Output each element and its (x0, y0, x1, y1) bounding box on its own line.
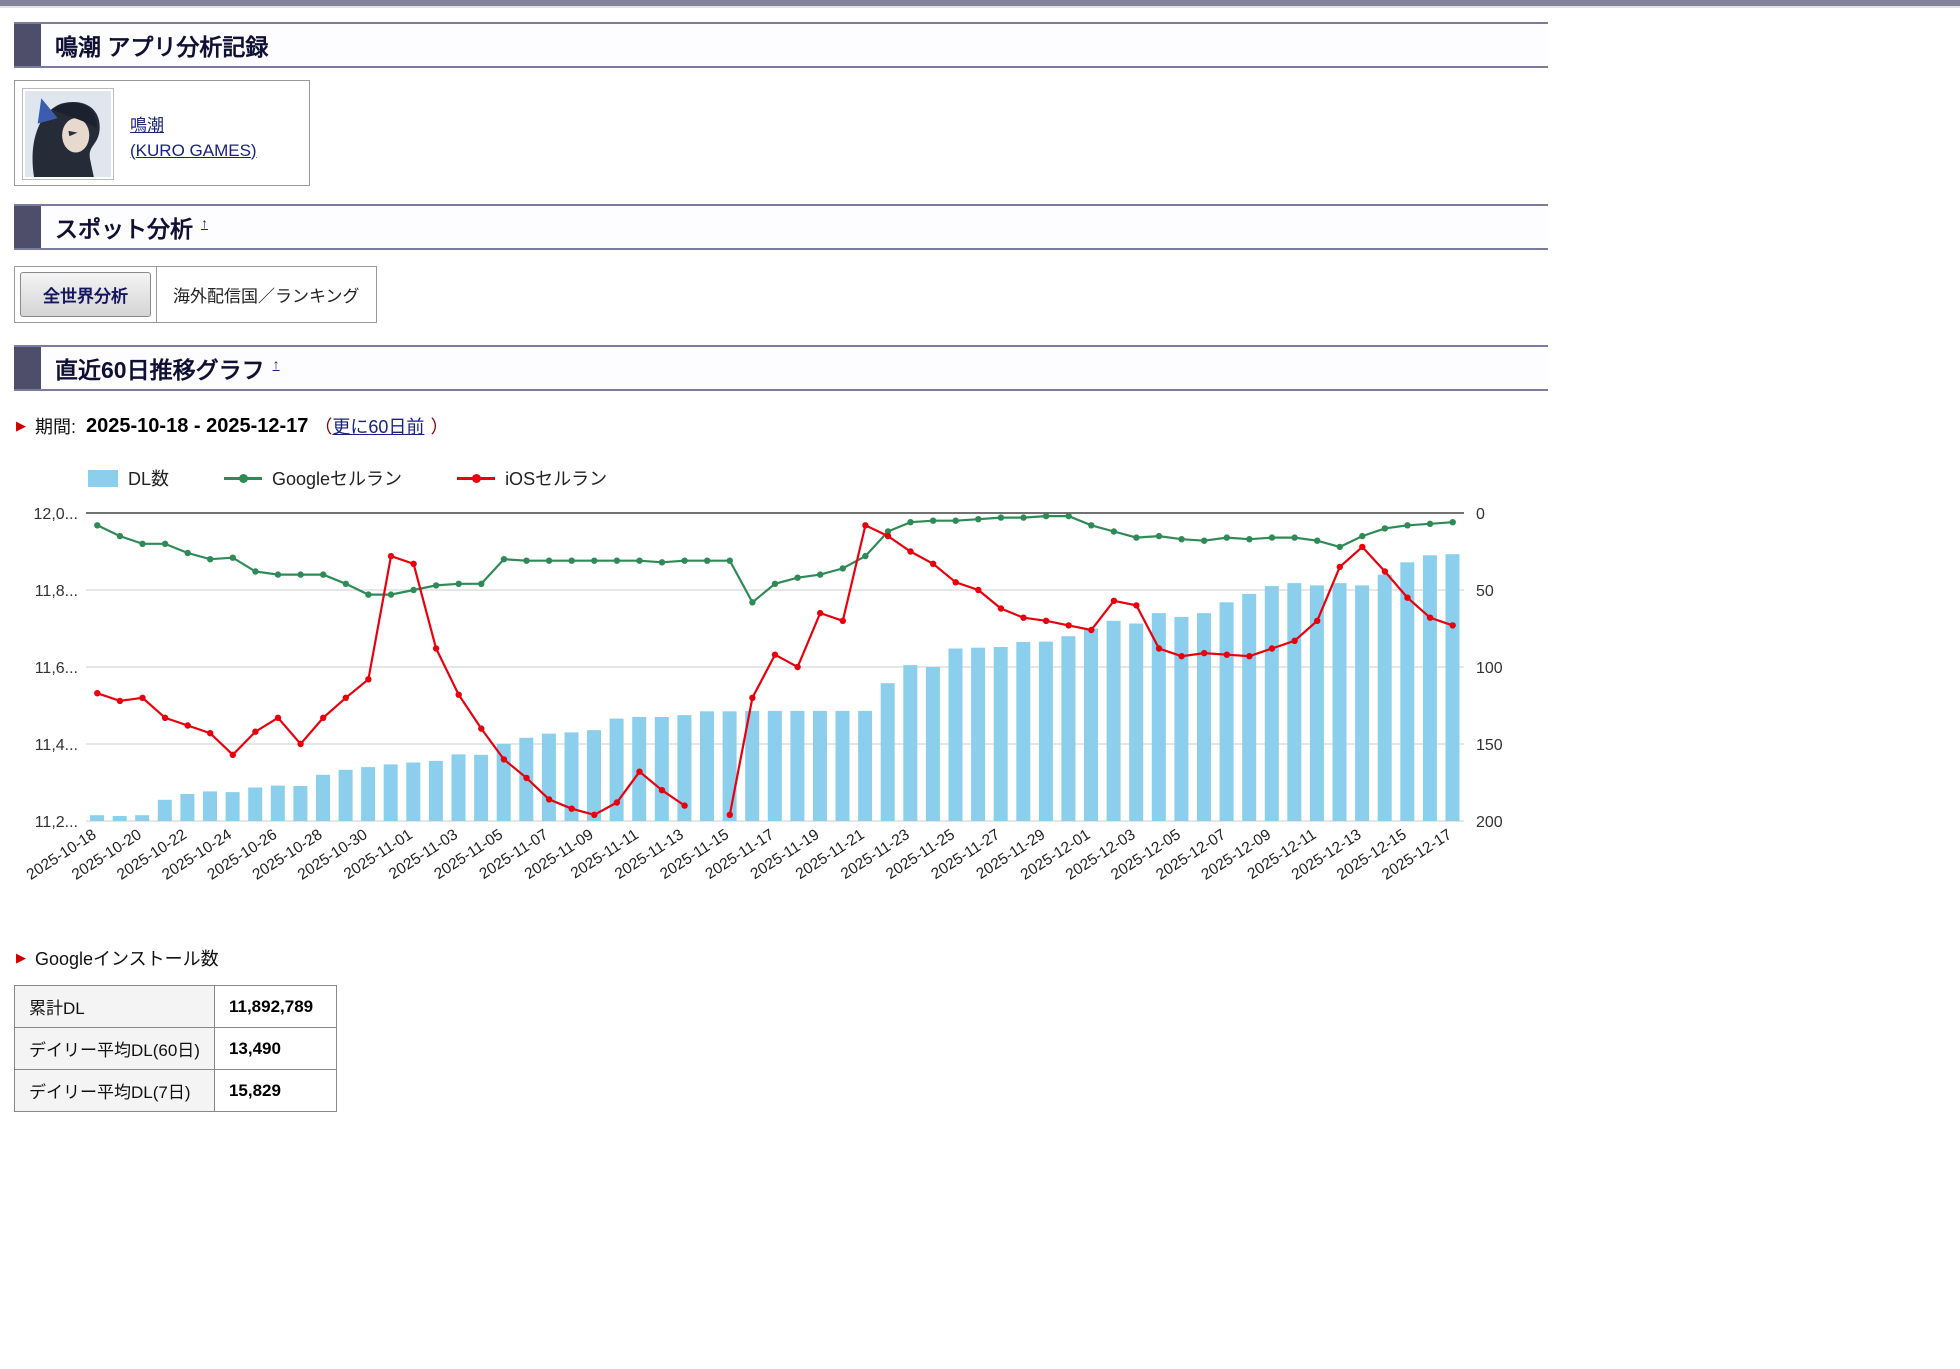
line-dot-icon (472, 474, 481, 483)
top-strip-accent-line (0, 0, 1960, 6)
svg-text:100: 100 (1476, 660, 1503, 677)
stat-label-daily-avg-60: デイリー平均DL(60日) (15, 1028, 215, 1070)
svg-text:11,2...: 11,2... (35, 814, 78, 831)
back-to-top-link[interactable]: ↑ (273, 356, 280, 372)
table-row: デイリー平均DL(7日) 15,829 (15, 1070, 337, 1112)
spot-tabs: 全世界分析 海外配信国／ランキング (14, 266, 377, 323)
spot-section-title: スポット分析 ↑ (55, 210, 208, 244)
install-heading: ▶ Googleインストール数 (16, 945, 1548, 971)
period-value: 2025-10-18 - 2025-12-17 (86, 415, 308, 438)
svg-text:12,0...: 12,0... (34, 506, 78, 523)
developer-link[interactable]: (KURO GAMES) (130, 141, 257, 160)
paren-close: ） (430, 413, 448, 439)
developer-name: KURO GAMES (136, 141, 251, 160)
app-links: 鳴潮 (KURO GAMES) (130, 88, 257, 178)
line-swatch-icon (457, 477, 495, 480)
stat-value-daily-avg-7: 15,829 (214, 1070, 336, 1112)
period-label: 期間: (35, 413, 76, 439)
legend-item-dl[interactable]: DL数 (88, 465, 169, 491)
stat-label-total-dl: 累計DL (15, 986, 215, 1028)
svg-text:11,6...: 11,6... (35, 660, 78, 677)
legend-label-dl: DL数 (128, 465, 169, 491)
svg-text:11,8...: 11,8... (35, 583, 78, 600)
page-title: 鳴潮 アプリ分析記録 (55, 28, 268, 62)
legend-item-google[interactable]: Googleセルラン (224, 465, 402, 491)
app-info-box: 鳴潮 (KURO GAMES) (14, 80, 310, 186)
page-header: 鳴潮 アプリ分析記録 (14, 22, 1548, 68)
table-row: デイリー平均DL(60日) 13,490 (15, 1028, 337, 1070)
svg-text:0: 0 (1476, 506, 1485, 523)
app-icon (22, 88, 114, 180)
back-to-top-link[interactable]: ↑ (201, 215, 208, 231)
header-accent-block (14, 347, 41, 389)
table-row: 累計DL 11,892,789 (15, 986, 337, 1028)
svg-text:50: 50 (1476, 583, 1494, 600)
install-stats-table: 累計DL 11,892,789 デイリー平均DL(60日) 13,490 デイリ… (14, 985, 337, 1112)
period-row: ▶ 期間: 2025-10-18 - 2025-12-17 （ 更に60日前 ） (16, 413, 1548, 439)
trend-chart: DL数 Googleセルラン iOSセルラン 12,0... 11,8... 11,… (14, 465, 1548, 919)
stat-label-daily-avg-7: デイリー平均DL(7日) (15, 1070, 215, 1112)
chart-canvas: 12,0... 11,8... 11,6... 11,4... 11,2... 0 50 10… (14, 499, 1544, 919)
graph-title-text: 直近60日推移グラフ (55, 357, 265, 383)
legend-item-ios[interactable]: iOSセルラン (457, 465, 607, 491)
line-swatch-icon (224, 477, 262, 480)
paren-open: （ (314, 413, 332, 439)
graph-section-title: 直近60日推移グラフ ↑ (55, 351, 280, 385)
spot-title-text: スポット分析 (55, 216, 193, 242)
spot-section-header: スポット分析 ↑ (14, 204, 1548, 250)
page-content: 鳴潮 アプリ分析記録 鳴潮 (KURO GAMES) スポット分析 ↑ 全世界分析… (14, 22, 1548, 1112)
red-triangle-icon: ▶ (16, 950, 26, 966)
graph-section-header: 直近60日推移グラフ ↑ (14, 345, 1548, 391)
header-accent-block (14, 24, 41, 66)
install-title: Googleインストール数 (35, 945, 219, 971)
stat-value-total-dl: 11,892,789 (214, 986, 336, 1028)
svg-text:200: 200 (1476, 814, 1503, 831)
red-triangle-icon: ▶ (16, 418, 26, 434)
tab-worldwide-analysis[interactable]: 全世界分析 (20, 272, 151, 317)
stat-value-daily-avg-60: 13,490 (214, 1028, 336, 1070)
developer-paren-close: ) (251, 141, 257, 160)
top-strip (0, 0, 1960, 8)
app-name-link[interactable]: 鳴潮 (130, 116, 164, 135)
chart-legend: DL数 Googleセルラン iOSセルラン (88, 465, 1548, 491)
svg-text:150: 150 (1476, 737, 1503, 754)
svg-text:11,4...: 11,4... (35, 737, 78, 754)
bar-swatch-icon (88, 470, 118, 487)
tab-cell-worldwide: 全世界分析 (15, 267, 156, 322)
previous-60-days-link[interactable]: 更に60日前 (332, 413, 424, 439)
line-dot-icon (239, 474, 248, 483)
header-accent-block (14, 206, 41, 248)
legend-label-google: Googleセルラン (272, 465, 402, 491)
app-icon-image (25, 91, 111, 177)
tab-overseas-ranking[interactable]: 海外配信国／ランキング (156, 267, 376, 322)
legend-label-ios: iOSセルラン (505, 465, 607, 491)
